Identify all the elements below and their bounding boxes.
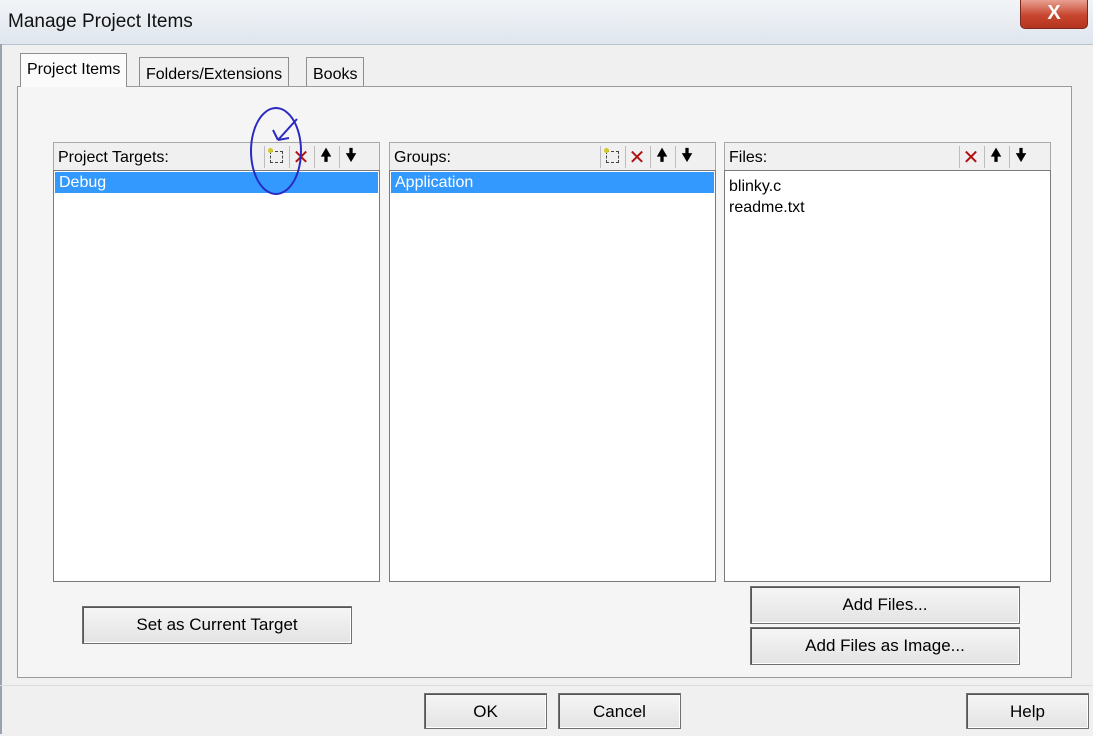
move-down-file-icon[interactable]: 🠟 [1009,146,1032,168]
window-title: Manage Project Items [8,11,193,32]
new-group-icon[interactable] [600,146,623,168]
groups-list[interactable]: Application [389,170,716,582]
close-button[interactable]: X [1020,0,1088,29]
ok-button[interactable]: OK [424,693,547,729]
list-item-target[interactable]: Debug [55,172,378,193]
new-target-icon[interactable] [264,146,287,168]
files-header: Files: ✕ 🠝 🠟 [724,142,1051,170]
tab-folders-extensions[interactable]: Folders/Extensions [139,57,290,87]
project-targets-list[interactable]: Debug [53,170,380,582]
list-item-file[interactable]: blinky.c [725,176,1050,197]
move-down-group-icon[interactable]: 🠟 [675,146,698,168]
project-targets-toolbar: ✕ 🠝 🠟 [262,146,362,169]
add-files-as-image-button[interactable]: Add Files as Image... [750,627,1020,665]
files-label: Files: [729,149,768,166]
delete-target-icon[interactable]: ✕ [289,146,312,169]
files-list[interactable]: blinky.c readme.txt [724,170,1051,582]
set-current-target-button[interactable]: Set as Current Target [82,606,352,644]
title-bar: Manage Project Items X [0,0,1093,45]
groups-header: Groups: ✕ 🠝 🠟 [389,142,716,170]
move-up-target-icon[interactable]: 🠝 [314,146,337,168]
project-targets-label: Project Targets: [58,149,169,166]
files-toolbar: ✕ 🠝 🠟 [957,146,1032,169]
delete-file-icon[interactable]: ✕ [959,146,982,169]
groups-label: Groups: [394,149,451,166]
list-item-group[interactable]: Application [391,172,714,193]
move-up-group-icon[interactable]: 🠝 [650,146,673,168]
add-files-button[interactable]: Add Files... [750,586,1020,624]
help-button[interactable]: Help [966,693,1089,729]
cancel-button[interactable]: Cancel [558,693,681,729]
project-targets-header: Project Targets: ✕ 🠝 🠟 [53,142,380,170]
tab-project-items[interactable]: Project Items [20,53,128,87]
delete-group-icon[interactable]: ✕ [625,146,648,169]
move-down-target-icon[interactable]: 🠟 [339,146,362,168]
list-item-file[interactable]: readme.txt [725,197,1050,218]
tab-books[interactable]: Books [306,57,365,87]
divider [0,685,1093,686]
groups-toolbar: ✕ 🠝 🠟 [598,146,698,169]
move-up-file-icon[interactable]: 🠝 [984,146,1007,168]
